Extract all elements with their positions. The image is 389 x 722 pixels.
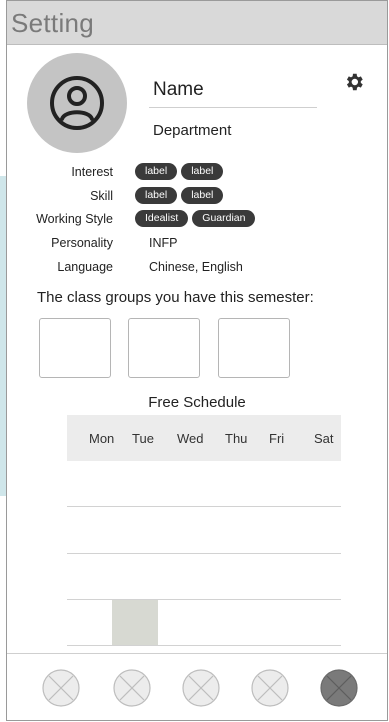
working-style-label: Working Style <box>36 212 113 226</box>
working-style-chip[interactable]: Idealist <box>135 210 189 227</box>
schedule-title: Free Schedule <box>148 394 246 411</box>
day-label: Fri <box>269 431 285 446</box>
day-label: Tue <box>132 431 154 446</box>
day-label: Thu <box>225 431 248 446</box>
skill-chip[interactable]: label <box>135 187 178 204</box>
day-label: Sat <box>314 431 334 446</box>
name-field[interactable]: Name <box>149 69 317 108</box>
interest-row: Interest label label <box>7 163 387 183</box>
placeholder-icon[interactable] <box>41 668 81 708</box>
skill-chip[interactable]: label <box>181 187 224 204</box>
schedule-row-divider <box>67 645 341 646</box>
personality-row: Personality INFP <box>7 234 387 254</box>
interest-chip[interactable]: label <box>181 163 224 180</box>
schedule-row-divider <box>67 506 341 507</box>
placeholder-icon[interactable] <box>181 668 221 708</box>
bottom-nav <box>7 653 387 720</box>
interest-chips: label label <box>135 163 224 180</box>
schedule-row-divider <box>67 599 341 600</box>
avatar[interactable] <box>27 53 127 153</box>
interest-label: Interest <box>71 165 113 179</box>
skill-chips: label label <box>135 187 224 204</box>
header-bar: Setting <box>7 1 387 45</box>
working-style-row: Working Style Idealist Guardian <box>7 210 387 230</box>
working-style-chip[interactable]: Guardian <box>192 210 256 227</box>
skill-label: Skill <box>90 189 113 203</box>
profile-name: Name <box>153 79 204 100</box>
language-value: Chinese, English <box>149 260 243 274</box>
placeholder-icon-active[interactable] <box>319 668 359 708</box>
gear-icon[interactable] <box>343 71 365 93</box>
schedule-row-divider <box>67 553 341 554</box>
personality-label: Personality <box>51 236 113 250</box>
personality-value: INFP <box>149 236 178 250</box>
skill-row: Skill label label <box>7 187 387 207</box>
profile-department: Department <box>153 122 232 139</box>
class-group-slot[interactable] <box>128 318 200 378</box>
day-label: Mon <box>89 431 115 446</box>
placeholder-icon[interactable] <box>250 668 290 708</box>
day-label: Wed <box>177 431 204 446</box>
language-label: Language <box>57 260 113 274</box>
class-group-slot[interactable] <box>218 318 290 378</box>
working-style-chips: Idealist Guardian <box>135 210 256 227</box>
person-icon <box>50 76 104 130</box>
schedule-header: Mon Tue Wed Thu Fri Sat <box>67 415 341 461</box>
page-title: Setting <box>11 8 95 38</box>
placeholder-icon[interactable] <box>112 668 152 708</box>
phone-screen: Setting Name Department Interest label l… <box>6 0 388 721</box>
interest-chip[interactable]: label <box>135 163 178 180</box>
class-groups-title: The class groups you have this semester: <box>37 289 314 306</box>
schedule-cell-free[interactable] <box>112 600 158 645</box>
language-row: Language Chinese, English <box>7 258 387 278</box>
class-group-slot[interactable] <box>39 318 111 378</box>
